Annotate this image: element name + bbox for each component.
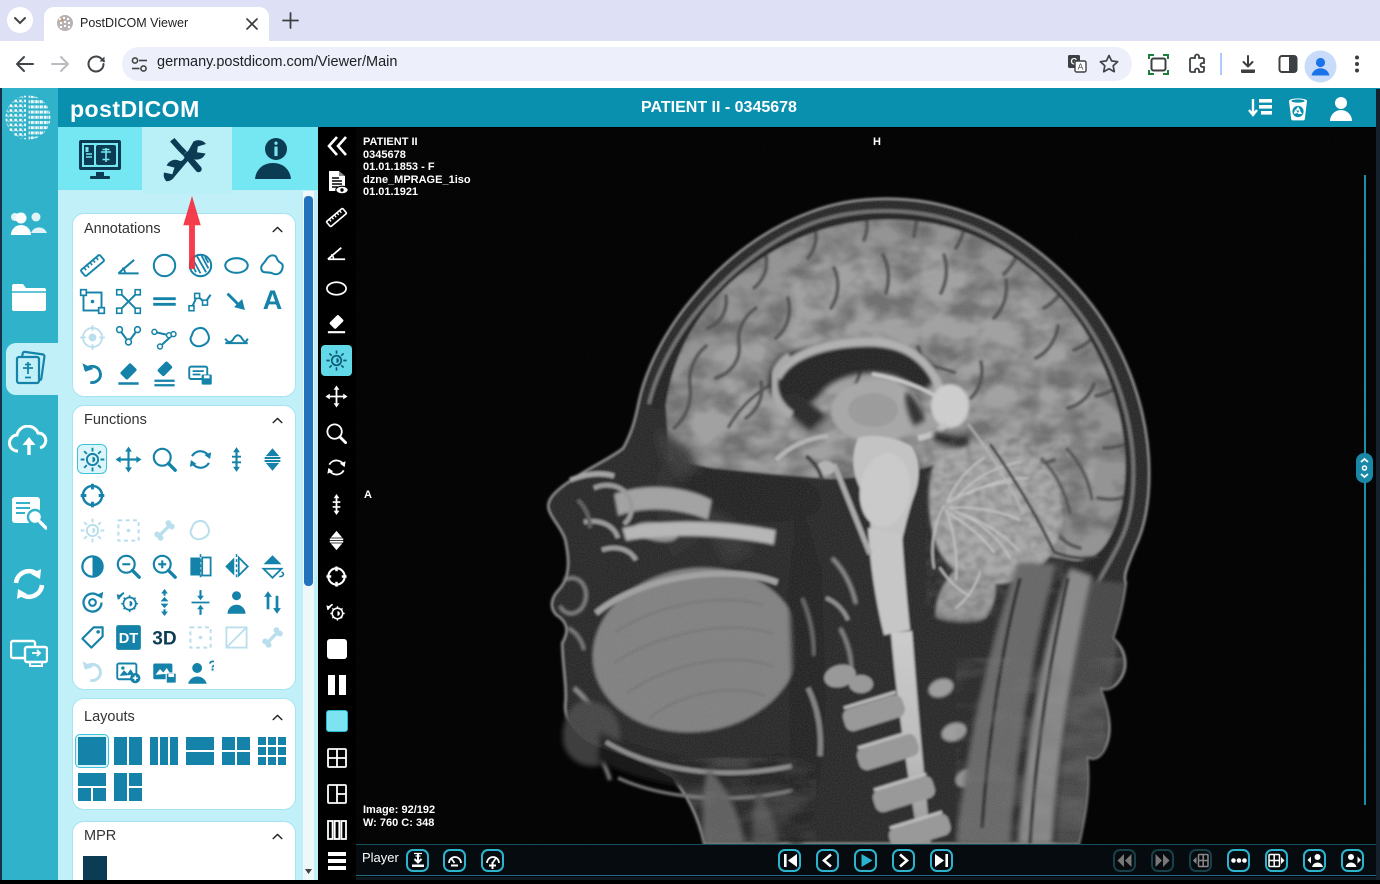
svg-text:A: A bbox=[1078, 62, 1084, 72]
